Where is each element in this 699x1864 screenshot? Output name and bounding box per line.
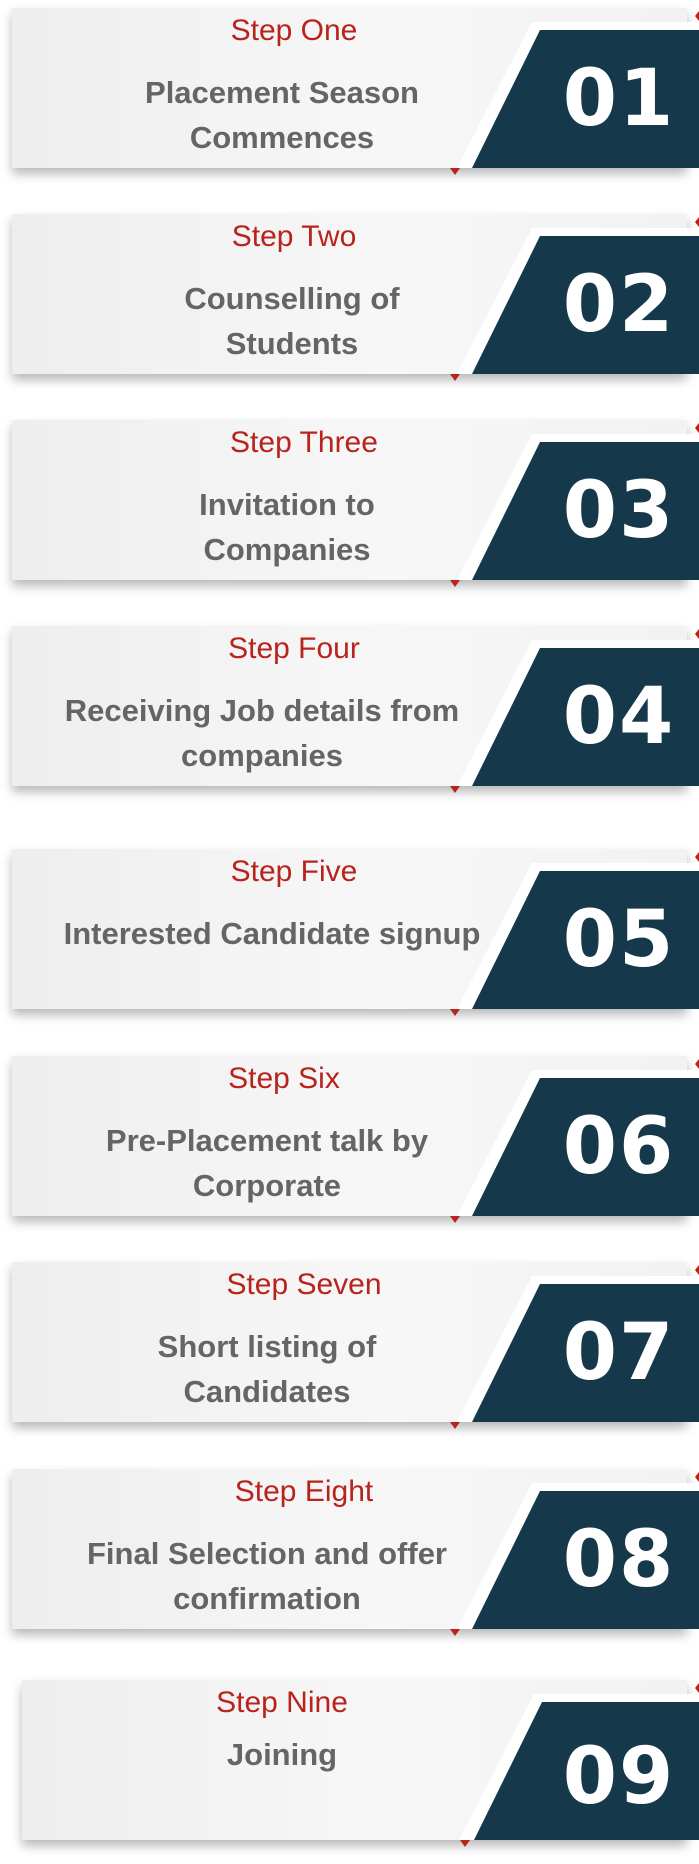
step-title: Placement Season Commences [145, 75, 419, 155]
caret-marker [460, 1840, 470, 1847]
step-card: Step Three Invitation to Companies 03 [12, 420, 699, 587]
step-card: Step Six Pre-Placement talk by Corporate… [12, 1056, 699, 1223]
caret-marker [450, 786, 460, 793]
step-card: Step Two Counselling of Students 02 [12, 214, 699, 381]
caret-marker [450, 1009, 460, 1016]
caret-marker [450, 580, 460, 587]
step-title: Final Selection and offer confirmation [87, 1536, 447, 1616]
step-label: Step Three [230, 426, 378, 459]
step-label: Step Six [228, 1062, 340, 1095]
step-card: Step One Placement Season Commences 01 [12, 8, 699, 175]
caret-marker [450, 1422, 460, 1429]
corner-marker [695, 629, 699, 639]
step-card: Step Four Receiving Job details from com… [12, 626, 699, 793]
corner-marker [695, 423, 699, 433]
step-label: Step Five [230, 855, 358, 888]
placement-process-steps: Step One Placement Season Commences 01 S… [0, 0, 699, 1857]
corner-marker [695, 11, 699, 21]
step-title: Short listing of Candidates [157, 1329, 377, 1409]
step-title: Receiving Job details from companies [64, 693, 460, 773]
step-label: Step Seven [226, 1268, 382, 1301]
caret-marker [450, 374, 460, 381]
corner-marker [695, 1683, 699, 1693]
caret-marker [450, 1216, 460, 1223]
step-title: Invitation to Companies [199, 487, 375, 567]
step-title: Pre-Placement talk by Corporate [105, 1123, 429, 1203]
caret-marker [450, 1629, 460, 1636]
corner-marker [695, 1059, 699, 1069]
step-card: Step Eight Final Selection and offer con… [12, 1469, 699, 1636]
step-label: Step Eight [234, 1475, 374, 1508]
step-label: Step Four [228, 632, 360, 665]
step-label: Step Two [231, 220, 357, 253]
step-label: Step Nine [216, 1686, 348, 1719]
corner-marker [695, 1472, 699, 1482]
step-title: Joining [226, 1737, 338, 1772]
step-card: Step Seven Short listing of Candidates 0… [12, 1262, 699, 1429]
step-label: Step One [230, 14, 358, 47]
step-card: Step Nine Joining 09 [22, 1680, 699, 1847]
step-title: Interested Candidate signup [63, 916, 481, 951]
step-card: Step Five Interested Candidate signup 05 [12, 849, 699, 1016]
corner-marker [695, 217, 699, 227]
corner-marker [695, 1265, 699, 1275]
step-title: Counselling of Students [184, 281, 400, 361]
caret-marker [450, 168, 460, 175]
corner-marker [695, 852, 699, 862]
